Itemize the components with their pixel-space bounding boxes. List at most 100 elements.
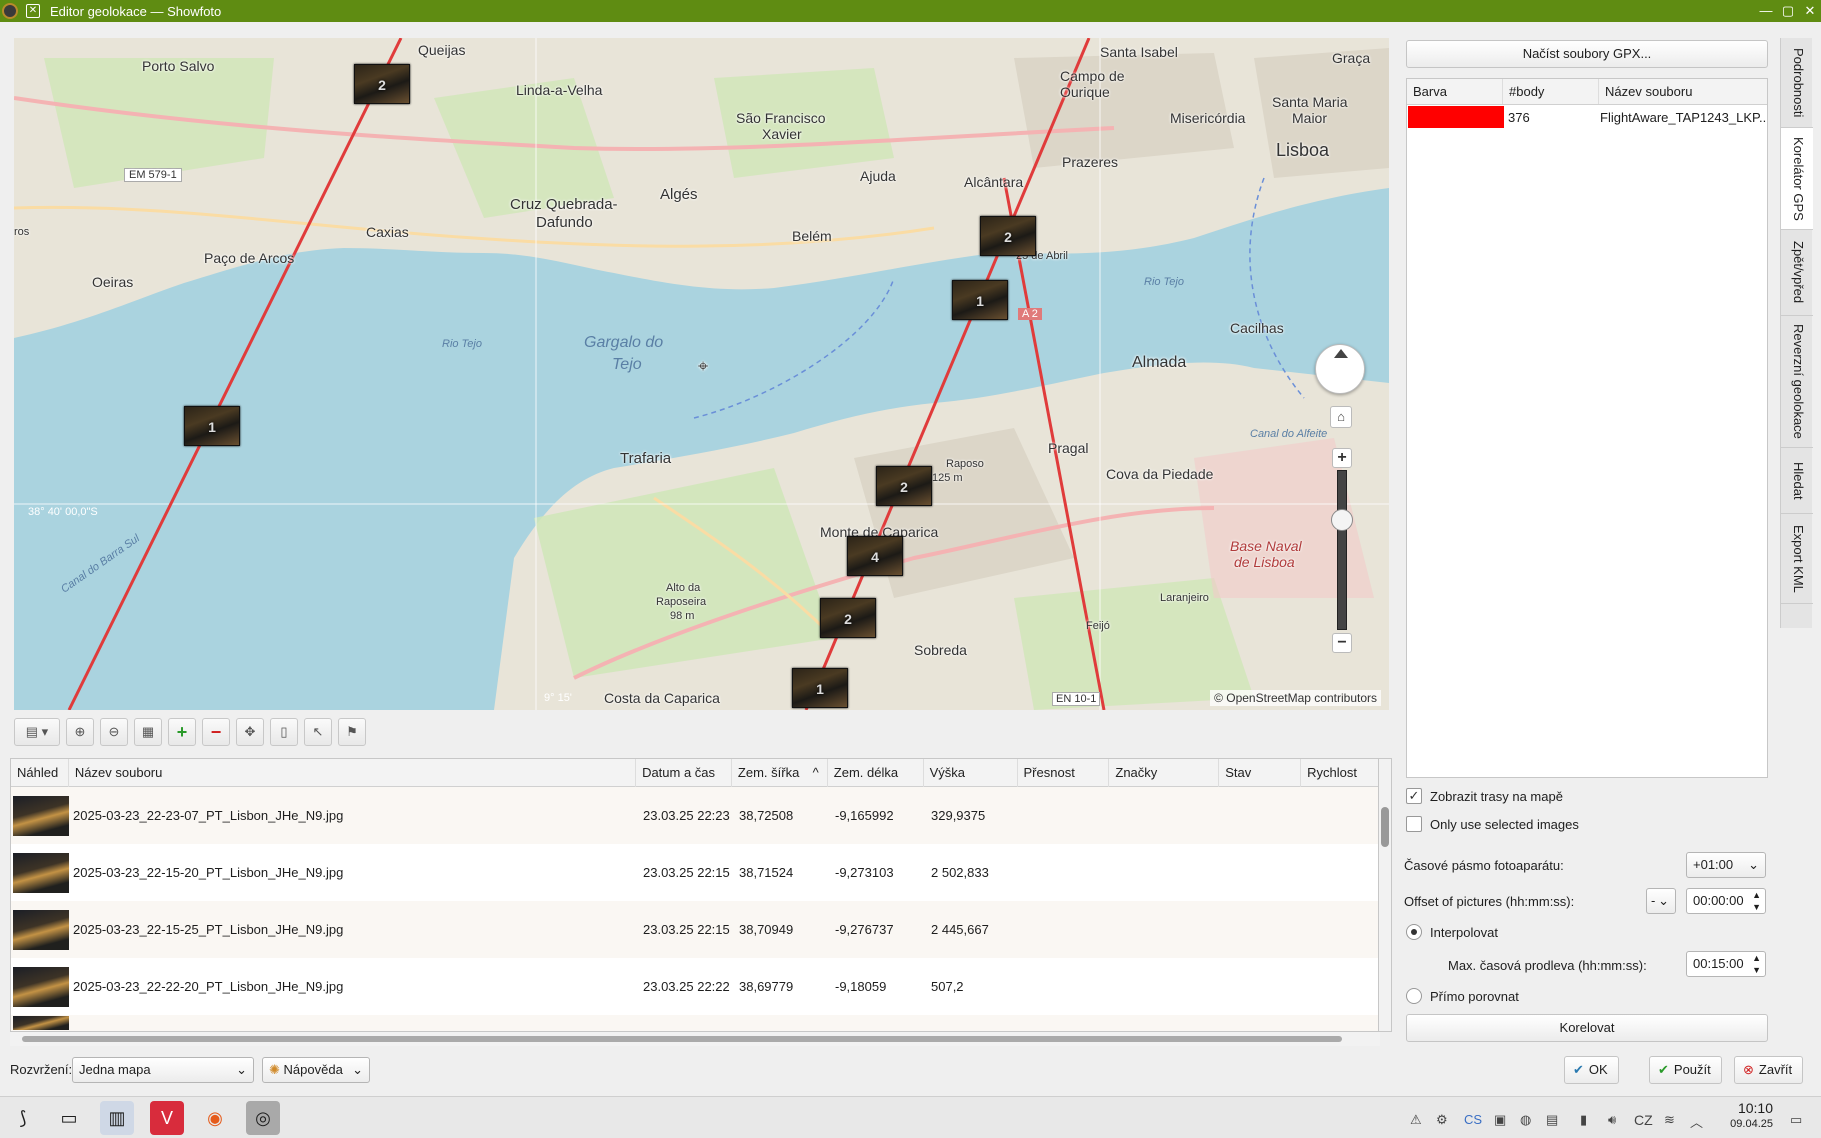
- maximize-icon[interactable]: ▢: [1779, 2, 1797, 20]
- map-label: Alto da: [666, 582, 701, 594]
- load-gpx-button[interactable]: Načíst soubory GPX...: [1406, 40, 1768, 68]
- clock[interactable]: 10:10 09.04.25: [1730, 1100, 1773, 1132]
- photo-cluster-marker[interactable]: 4: [847, 536, 903, 576]
- pan-control[interactable]: [1315, 344, 1365, 394]
- notifications-icon[interactable]: ⚠: [1410, 1112, 1422, 1128]
- keyboard-layout[interactable]: CZ: [1634, 1112, 1653, 1128]
- column-header[interactable]: Stav: [1219, 759, 1302, 787]
- column-header[interactable]: Název souboru: [69, 759, 637, 787]
- max-gap-input[interactable]: 00:15:00 ▲ ▼: [1686, 951, 1766, 977]
- photo-cluster-marker[interactable]: 2: [354, 64, 410, 104]
- column-header[interactable]: Zem. délka: [828, 759, 924, 787]
- timezone-select[interactable]: +01:00 ⌄: [1686, 852, 1766, 878]
- chevron-down-icon: ⌄: [236, 1062, 247, 1077]
- map-icon[interactable]: ▦: [134, 718, 162, 746]
- language-indicator[interactable]: CS: [1464, 1112, 1482, 1127]
- show-desktop-icon[interactable]: ▭: [52, 1101, 86, 1135]
- app-launcher-icon[interactable]: ⟆: [6, 1101, 40, 1135]
- column-header[interactable]: Zem. šířka ^: [732, 759, 828, 787]
- image-icon[interactable]: ▣: [1494, 1112, 1506, 1128]
- media-icon[interactable]: ◍: [1520, 1112, 1531, 1128]
- tray-expand-icon[interactable]: ︿: [1690, 1112, 1703, 1131]
- zoom-in-button[interactable]: +: [1332, 448, 1352, 468]
- column-header[interactable]: Výška: [924, 759, 1018, 787]
- view-icon[interactable]: ▤ ▾: [14, 718, 60, 746]
- tab-gps-correlator[interactable]: Korelátor GPS: [1781, 128, 1813, 230]
- zoom-out-icon[interactable]: ⊖: [100, 718, 128, 746]
- direct-match-radio[interactable]: Přímo porovnat: [1406, 988, 1519, 1004]
- photo-cluster-marker[interactable]: 2: [980, 216, 1036, 256]
- table-row[interactable]: [11, 1015, 1379, 1031]
- scrollbar-thumb[interactable]: [1381, 807, 1389, 847]
- photo-cluster-marker[interactable]: 1: [184, 406, 240, 446]
- offset-sign-select[interactable]: - ⌄: [1646, 888, 1676, 914]
- minimize-icon[interactable]: —: [1757, 2, 1775, 20]
- close-window-icon[interactable]: ✕: [1801, 2, 1819, 20]
- gpx-row[interactable]: 376 FlightAware_TAP1243_LKP...: [1407, 105, 1767, 129]
- cell-longitude: -9,273103: [835, 865, 894, 880]
- column-header[interactable]: Přesnost: [1018, 759, 1110, 787]
- table-horizontal-scrollbar[interactable]: [10, 1032, 1380, 1046]
- tab-details[interactable]: Podrobnosti: [1781, 38, 1813, 128]
- home-icon[interactable]: ⌂: [1330, 406, 1352, 428]
- image-table: Náhled Název souboru Datum a čas Zem. ší…: [10, 758, 1380, 1032]
- column-header[interactable]: Rychlost: [1301, 759, 1379, 787]
- track-color-swatch[interactable]: [1408, 106, 1504, 128]
- tab-undo-redo[interactable]: Zpět/vpřed: [1781, 230, 1813, 316]
- column-header[interactable]: Náhled: [11, 759, 69, 787]
- tab-export-kml[interactable]: Export KML: [1781, 514, 1813, 604]
- showfoto-icon[interactable]: ◎: [246, 1101, 280, 1135]
- map-view[interactable]: Porto Salvo Queijas Linda-a-Velha São Fr…: [14, 38, 1389, 710]
- tab-reverse-geocoding[interactable]: Reverzní geolokace: [1781, 316, 1813, 448]
- remove-icon[interactable]: −: [202, 718, 230, 746]
- clipboard-icon[interactable]: ▤: [1546, 1112, 1558, 1128]
- volume-icon[interactable]: 🔊︎: [1608, 1112, 1616, 1128]
- add-icon[interactable]: +: [168, 718, 196, 746]
- settings-icon[interactable]: ⚙: [1436, 1112, 1448, 1128]
- interpolate-radio[interactable]: Interpolovat: [1406, 924, 1498, 940]
- table-row[interactable]: 2025-03-23_22-23-07_PT_Lisbon_JHe_N9.jpg…: [11, 787, 1379, 844]
- column-header[interactable]: #body: [1503, 79, 1599, 104]
- scrollbar-thumb[interactable]: [22, 1036, 1342, 1042]
- column-header[interactable]: Název souboru: [1599, 79, 1767, 104]
- column-header[interactable]: Barva: [1407, 79, 1503, 104]
- offset-time-input[interactable]: 00:00:00 ▲ ▼: [1686, 888, 1766, 914]
- usb-icon[interactable]: ▮: [1580, 1112, 1587, 1128]
- only-selected-checkbox[interactable]: Only use selected images: [1406, 816, 1579, 832]
- photo-cluster-marker[interactable]: 1: [952, 280, 1008, 320]
- desktop-peek-icon[interactable]: ▭: [1790, 1112, 1802, 1128]
- map-label: Santa Isabel: [1100, 44, 1178, 60]
- app-icon[interactable]: [2, 3, 18, 19]
- firefox-icon[interactable]: ◉: [198, 1101, 232, 1135]
- photo-cluster-marker[interactable]: 1: [792, 668, 848, 708]
- layout-select[interactable]: Jedna mapa ⌄: [72, 1057, 254, 1083]
- zoom-slider-handle[interactable]: [1331, 509, 1353, 531]
- table-row[interactable]: 2025-03-23_22-15-25_PT_Lisbon_JHe_N9.jpg…: [11, 901, 1379, 958]
- apply-button[interactable]: ✔ Použít: [1649, 1056, 1722, 1084]
- pin-icon[interactable]: ✕: [26, 4, 40, 18]
- photo-cluster-marker[interactable]: 2: [876, 466, 932, 506]
- help-button[interactable]: ✺ Nápověda ⌄: [262, 1057, 370, 1083]
- select-icon[interactable]: ↖: [304, 718, 332, 746]
- ok-button[interactable]: ✔ OK: [1564, 1056, 1619, 1084]
- show-tracks-checkbox[interactable]: ✓ Zobrazit trasy na mapě: [1406, 788, 1563, 804]
- flag-icon[interactable]: ⚑: [338, 718, 366, 746]
- zoom-in-icon[interactable]: ⊕: [66, 718, 94, 746]
- zoom-out-button[interactable]: −: [1332, 633, 1352, 653]
- zoom-slider[interactable]: [1337, 470, 1347, 630]
- table-vertical-scrollbar[interactable]: [1378, 758, 1392, 1032]
- correlate-button[interactable]: Korelovat: [1406, 1014, 1768, 1042]
- table-row[interactable]: 2025-03-23_22-15-20_PT_Lisbon_JHe_N9.jpg…: [11, 844, 1379, 901]
- table-row[interactable]: 2025-03-23_22-22-20_PT_Lisbon_JHe_N9.jpg…: [11, 958, 1379, 1015]
- column-header[interactable]: Značky: [1109, 759, 1220, 787]
- photo-cluster-marker[interactable]: 2: [820, 598, 876, 638]
- tab-search[interactable]: Hledat: [1781, 448, 1813, 514]
- checkmark-icon: ✔: [1658, 1062, 1669, 1077]
- file-manager-icon[interactable]: ▥: [100, 1101, 134, 1135]
- wifi-icon[interactable]: ≋: [1664, 1112, 1675, 1128]
- column-header[interactable]: Datum a čas: [636, 759, 732, 787]
- center-icon[interactable]: ✥: [236, 718, 264, 746]
- close-button[interactable]: ⊗ Zavřít: [1734, 1056, 1804, 1084]
- bookmark-icon[interactable]: ▯: [270, 718, 298, 746]
- vivaldi-icon[interactable]: V: [150, 1101, 184, 1135]
